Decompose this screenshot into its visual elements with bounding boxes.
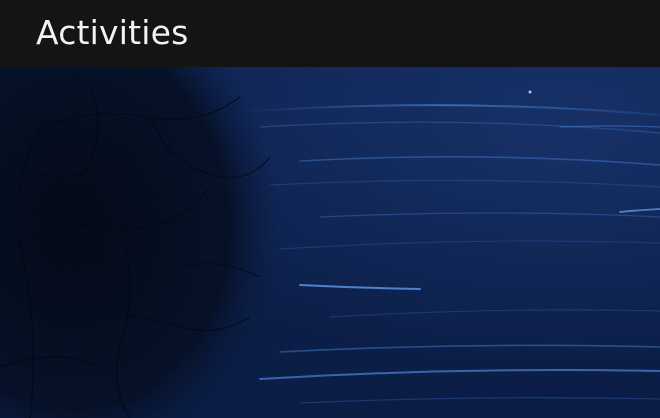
top-bar: Activities <box>0 0 660 67</box>
desktop-wallpaper <box>0 67 660 418</box>
activities-button[interactable]: Activities <box>36 11 189 55</box>
desktop-screen: Activities <box>0 0 660 418</box>
star <box>528 90 532 94</box>
star-trails <box>239 104 660 404</box>
tree-silhouette <box>0 67 296 418</box>
star-trails-image <box>0 67 660 418</box>
